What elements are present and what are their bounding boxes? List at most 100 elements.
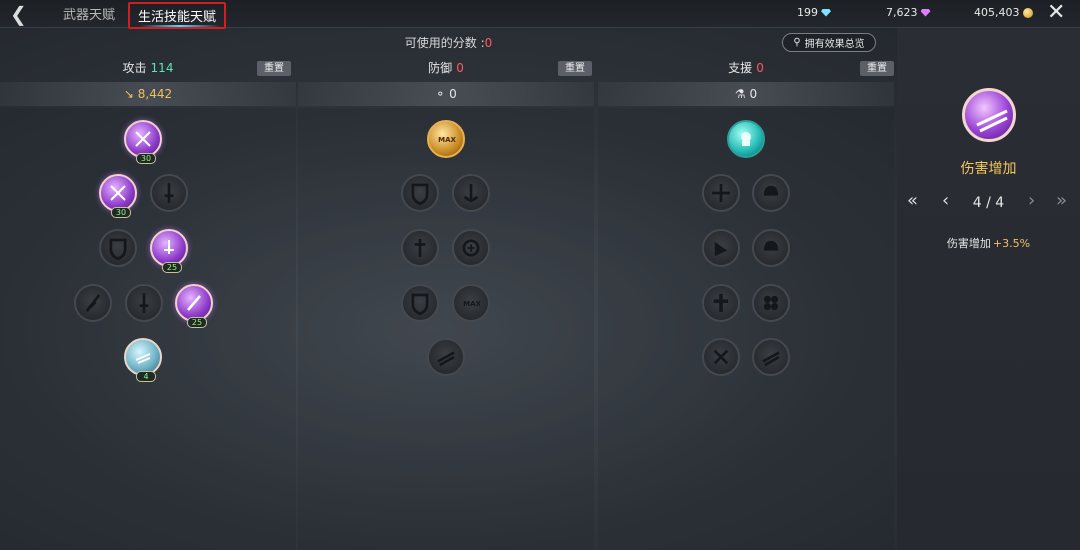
column-header: 防御 0 — [298, 56, 594, 80]
back-arrow-icon[interactable]: ❮ — [10, 2, 27, 26]
tab-weapon-talent[interactable]: 武器天赋 — [63, 4, 115, 23]
locked-talent-node[interactable]: MAX — [452, 284, 490, 322]
max-badge: MAX — [438, 136, 456, 144]
search-icon: ⚲ — [793, 37, 801, 48]
helmet-icon — [763, 240, 779, 251]
column-points: 114 — [150, 61, 174, 75]
selected-talent-icon — [962, 88, 1016, 142]
talent-node[interactable]: 30 — [124, 120, 162, 164]
effect-value: +3.5% — [992, 237, 1031, 250]
blue-gem-icon — [821, 8, 831, 17]
available-points: 可使用的分数 :0 — [0, 34, 897, 51]
talent-node-damage-increase[interactable]: 4 — [124, 338, 162, 382]
active-tab-indicator — [140, 25, 220, 27]
top-bar: ❮ 武器天赋 生活技能天赋 199 7,623 405,403 ✕ — [0, 0, 1080, 29]
locked-talent-node[interactable] — [752, 284, 790, 322]
column-stat-value: 0 — [449, 87, 457, 101]
locked-talent-node[interactable] — [401, 174, 439, 212]
column-title: 攻击 — [122, 61, 147, 75]
talent-tree: MAX MAX — [298, 108, 594, 550]
column-header: 支援 0 — [598, 56, 894, 80]
currency-purple-gem: 7,623 — [886, 6, 931, 19]
sword-icon — [164, 183, 174, 203]
locked-talent-node[interactable] — [702, 174, 740, 212]
cross-icon — [713, 294, 729, 312]
gold-coin-icon — [1022, 7, 1033, 18]
column-points: 0 — [756, 61, 764, 75]
column-title: 防御 — [428, 61, 453, 75]
column-stat: ⚗ 0 — [598, 82, 894, 106]
column-title: 支援 — [728, 61, 753, 75]
column-header: 攻击 114 — [0, 56, 296, 80]
locked-talent-node[interactable] — [150, 174, 188, 212]
sword-down-icon — [164, 240, 174, 254]
reset-button[interactable]: 重置 — [860, 61, 894, 76]
available-points-value: 0 — [484, 36, 493, 50]
talent-tree — [598, 108, 894, 550]
locked-talent-node[interactable] — [74, 284, 112, 322]
locked-talent-node[interactable] — [427, 338, 465, 376]
locked-talent-node[interactable] — [401, 284, 439, 322]
selected-talent-name: 伤害增加 — [960, 161, 1017, 177]
crossed-swords-icon — [135, 131, 151, 147]
talent-node[interactable]: 25 — [175, 284, 213, 328]
feather-icon — [85, 294, 101, 312]
level-badge: 30 — [111, 207, 131, 218]
level-badge: 30 — [136, 153, 156, 164]
sword-icon — [139, 293, 149, 313]
attack-column: 攻击 114 重置 ↘ 8,442 30 30 25 25 4 — [0, 56, 296, 550]
effects-overview-button[interactable]: ⚲ 拥有效果总览 — [782, 33, 876, 52]
column-stat-value: 0 — [749, 87, 758, 101]
locked-talent-node[interactable] — [752, 174, 790, 212]
level-badge: 25 — [162, 262, 182, 273]
talent-effect: 伤害增加 +3.5% — [897, 235, 1080, 251]
defense-column: 防御 0 重置 ⚬ 0 MAX MAX — [298, 56, 594, 550]
locked-talent-node[interactable] — [702, 284, 740, 322]
locked-talent-node[interactable] — [702, 229, 740, 267]
page-indicator: 4 / 4 — [972, 195, 1005, 211]
talent-node[interactable]: 30 — [99, 174, 137, 218]
talent-node[interactable]: MAX — [427, 120, 465, 158]
locked-talent-node[interactable] — [125, 284, 163, 322]
locked-talent-node[interactable] — [99, 229, 137, 267]
shield-icon — [411, 293, 429, 316]
currency-value: 7,623 — [886, 6, 918, 19]
blade-icon — [437, 351, 455, 367]
plus-shield-icon — [462, 239, 480, 257]
close-icon[interactable]: ✕ — [1047, 0, 1065, 25]
currency-value: 199 — [797, 6, 818, 19]
effect-label: 伤害增加 — [946, 237, 991, 250]
column-stat: ⚬ 0 — [298, 82, 594, 106]
locked-talent-node[interactable] — [752, 338, 790, 376]
anchor-icon — [463, 184, 479, 202]
max-badge: MAX — [463, 300, 481, 308]
locked-talent-node[interactable] — [401, 229, 439, 267]
level-badge: 25 — [187, 317, 207, 328]
next-page-icon[interactable]: › — [1028, 190, 1035, 211]
support-icon: ⚗ — [734, 87, 746, 101]
currency-gold: 405,403 — [974, 6, 1033, 19]
helmet-icon — [763, 185, 779, 196]
talent-detail-panel: 伤害增加 « ‹ 4 / 4 › » 伤害增加 +3.5% — [897, 28, 1080, 550]
available-points-label: 可使用的分数 : — [404, 36, 485, 50]
currency-blue-gem: 199 — [797, 6, 831, 19]
blade-icon — [135, 353, 151, 364]
sword-down-icon — [414, 239, 426, 257]
effects-overview-label: 拥有效果总览 — [804, 39, 865, 50]
column-points: 0 — [456, 61, 464, 75]
locked-talent-node[interactable] — [752, 229, 790, 267]
head-icon — [741, 132, 751, 146]
slash-sword-icon — [187, 295, 201, 311]
support-column: 支援 0 重置 ⚗ 0 — [598, 56, 894, 550]
reset-button[interactable]: 重置 — [558, 61, 592, 76]
column-stat: ↘ 8,442 — [0, 82, 296, 106]
reset-button[interactable]: 重置 — [257, 61, 291, 76]
last-page-icon[interactable]: » — [1056, 190, 1067, 211]
sword-icon: ↘ — [123, 87, 134, 101]
talent-node[interactable] — [727, 120, 765, 158]
talent-node[interactable]: 25 — [150, 229, 188, 273]
locked-talent-node[interactable] — [702, 338, 740, 376]
shield-icon — [109, 238, 127, 261]
locked-talent-node[interactable] — [452, 174, 490, 212]
locked-talent-node[interactable] — [452, 229, 490, 267]
